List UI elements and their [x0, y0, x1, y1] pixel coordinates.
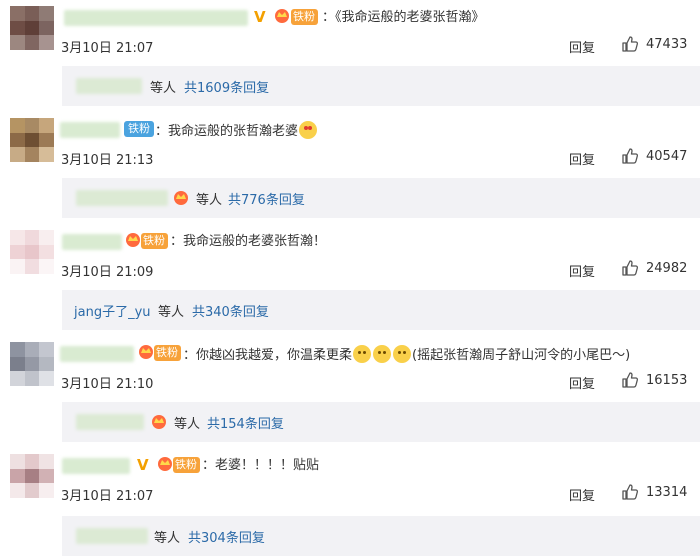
reply-button[interactable]: 回复	[569, 37, 595, 56]
reply-button[interactable]: 回复	[569, 373, 595, 392]
reply-summary[interactable]: 等人 共776条回复	[62, 178, 700, 218]
avatar[interactable]	[10, 342, 54, 386]
crown-badge-icon	[275, 9, 289, 23]
username[interactable]	[62, 234, 122, 250]
reply-suffix: 等人	[158, 305, 185, 320]
comment-text-content: ：我命运般的张哲瀚老婆	[155, 124, 299, 139]
comment-time: 3月10日 21:07	[61, 41, 154, 56]
comment-text: ：老婆！！！！贴贴	[202, 458, 320, 473]
fan-badge: 铁粉	[291, 9, 318, 25]
comment-text: ：我命运般的张哲瀚老婆	[155, 121, 318, 141]
comment-text: ：你越凶我越爱，你温柔更柔 (摇起张哲瀚周子舒山河令的小尾巴～)	[183, 345, 630, 365]
emoji-star-eyes-icon	[299, 121, 318, 139]
thumbs-up-icon[interactable]	[621, 259, 639, 277]
reply-count-link[interactable]: 共1609条回复	[184, 77, 269, 96]
like-count: 40547	[646, 149, 688, 164]
avatar[interactable]	[10, 6, 54, 50]
thumbs-up-icon[interactable]	[621, 147, 639, 165]
reply-username[interactable]	[76, 414, 144, 430]
comment-text: ：我命运般的老婆张哲瀚！	[170, 234, 327, 249]
reply-summary[interactable]: jang子了_yu 等人 共340条回复	[62, 290, 700, 330]
thumbs-up-icon[interactable]	[621, 35, 639, 53]
reply-suffix: 等人	[174, 417, 201, 432]
avatar[interactable]	[10, 118, 54, 162]
like-count: 47433	[646, 37, 688, 52]
username[interactable]	[64, 10, 248, 26]
like-count: 13314	[646, 485, 688, 500]
comment-item: 铁粉 ：我命运般的老婆张哲瀚！ 3月10日 21:09 回复 24982 jan…	[0, 224, 700, 336]
reply-username[interactable]	[76, 528, 148, 544]
emoji-cry-icon	[393, 345, 412, 363]
fan-badge: 铁粉	[154, 345, 181, 361]
comment-time: 3月10日 21:07	[61, 489, 154, 504]
avatar[interactable]	[10, 230, 54, 274]
vip-v-icon: V	[254, 8, 266, 26]
comment-text-part: ：你越凶我越爱，你温柔更柔	[183, 348, 353, 363]
crown-badge-icon	[158, 457, 172, 471]
vip-v-icon: V	[137, 456, 149, 474]
crown-badge-icon	[152, 415, 166, 429]
username[interactable]	[60, 122, 120, 138]
crown-badge-icon	[126, 233, 140, 247]
comment-text: ：《我命运般的老婆张哲瀚》	[322, 10, 485, 25]
reply-suffix: 等人	[154, 531, 181, 546]
comment-item: 铁粉 ：我命运般的张哲瀚老婆 3月10日 21:13 回复 40547 等人 共…	[0, 112, 700, 224]
emoji-cry-icon	[373, 345, 392, 363]
comment-time: 3月10日 21:10	[61, 377, 154, 392]
reply-suffix: 等人	[150, 81, 177, 96]
crown-badge-icon	[139, 345, 153, 359]
reply-username[interactable]	[76, 78, 142, 94]
reply-button[interactable]: 回复	[569, 149, 595, 168]
comment-item: V 铁粉 ：《我命运般的老婆张哲瀚》 3月10日 21:07 回复 47433 …	[0, 0, 700, 112]
like-count: 24982	[646, 261, 688, 276]
reply-summary[interactable]: 等人 共304条回复	[62, 516, 700, 556]
fan-badge: 铁粉	[141, 233, 168, 249]
reply-username[interactable]	[76, 190, 168, 206]
reply-summary[interactable]: 等人 共154条回复	[62, 402, 700, 442]
reply-suffix: 等人	[196, 193, 223, 208]
comment-time: 3月10日 21:13	[61, 153, 154, 168]
reply-count-link[interactable]: 共304条回复	[188, 527, 265, 546]
comment-item: 铁粉 ：你越凶我越爱，你温柔更柔 (摇起张哲瀚周子舒山河令的小尾巴～) 3月10日…	[0, 336, 700, 448]
reply-count-link[interactable]: 共340条回复	[192, 301, 269, 320]
username[interactable]	[60, 346, 134, 362]
comment-item: V 铁粉 ：老婆！！！！贴贴 3月10日 21:07 回复 13314 等人 共…	[0, 448, 700, 560]
like-count: 16153	[646, 373, 688, 388]
crown-badge-icon	[174, 191, 188, 205]
comment-text-part: (摇起张哲瀚周子舒山河令的小尾巴～)	[412, 348, 631, 363]
reply-count-link[interactable]: 共776条回复	[228, 189, 305, 208]
reply-button[interactable]: 回复	[569, 485, 595, 504]
avatar[interactable]	[10, 454, 54, 498]
thumbs-up-icon[interactable]	[621, 483, 639, 501]
username[interactable]	[62, 458, 130, 474]
emoji-cry-icon	[353, 345, 372, 363]
reply-username[interactable]: jang子了_yu	[74, 301, 151, 320]
reply-summary[interactable]: 等人 共1609条回复	[62, 66, 700, 106]
reply-button[interactable]: 回复	[569, 261, 595, 280]
fan-badge: 铁粉	[173, 457, 200, 473]
reply-count-link[interactable]: 共154条回复	[207, 413, 284, 432]
fan-badge: 铁粉	[124, 121, 154, 137]
comment-time: 3月10日 21:09	[61, 265, 154, 280]
thumbs-up-icon[interactable]	[621, 371, 639, 389]
